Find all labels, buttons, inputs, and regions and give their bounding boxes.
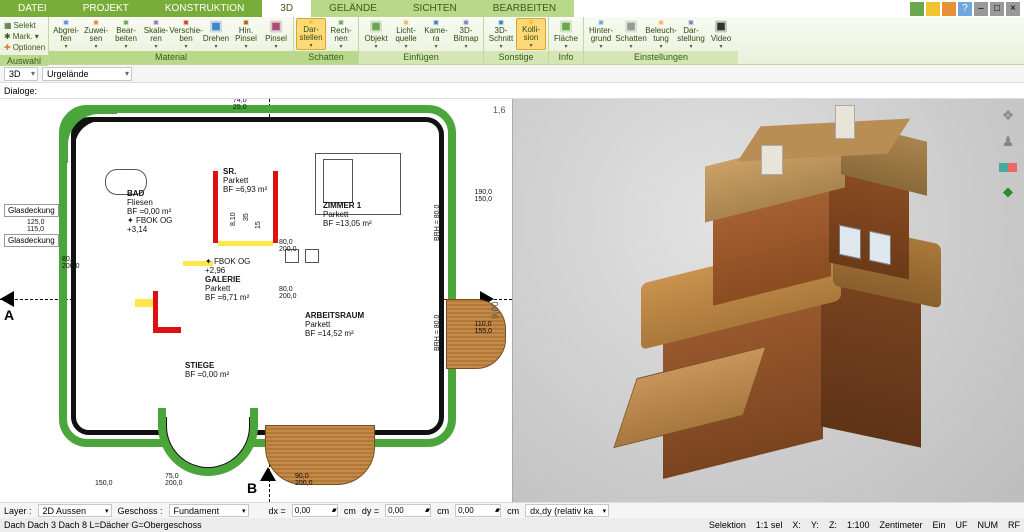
furnish-icon[interactable]: ♟ [998,131,1018,151]
ribbon-btn-flche[interactable]: Fläche▾ [551,18,581,50]
layer-combo[interactable]: Urgelände [42,67,132,81]
dialog-row: Dialoge: [0,83,1024,99]
dx-input[interactable]: 0,00 [292,504,338,517]
ribbon-btn-kollision[interactable]: Kolli- sion▾ [516,18,546,50]
view-selector-row: 3D Urgelände [0,65,1024,83]
scale-16: 1,6 [493,105,506,115]
status-x: X: [792,520,801,530]
ribbon-group-info: Fläche▾ Info [549,17,584,64]
ribbon-btn-video[interactable]: Video▾ [706,18,736,50]
dz-input[interactable]: 0,00 [455,504,501,517]
layer-label: Layer : [4,506,32,516]
ribbon-btn-hinpinsel[interactable]: Hin. Pinsel▾ [231,18,261,50]
options-bar: Layer : 2D Aussen Geschoss : Fundament d… [0,502,1024,518]
glass-label-1: Glasdeckung [4,204,59,217]
view-mode-combo[interactable]: 3D [4,67,38,81]
status-selektion: Selektion [709,520,746,530]
ribbon-btn-zuweisen[interactable]: Zuwei- sen▾ [81,18,111,50]
glass-label-2: Glasdeckung [4,234,59,247]
ribbon-btn-darstellung[interactable]: Dar- stellung▾ [676,18,706,50]
optionen-button[interactable]: ✚ Optionen [4,42,44,53]
status-uf: UF [956,520,968,530]
menu-tab-sichten[interactable]: SICHTEN [395,0,475,17]
geschoss-label: Geschoss : [118,506,163,516]
dy-label: dy = [362,506,379,516]
ribbon-btn-darstellen[interactable]: Dar- stellen▾ [296,18,326,50]
ribbon-btn-beleuchtung[interactable]: Beleuch- tung▾ [646,18,676,50]
close-icon[interactable]: × [1006,2,1020,16]
ribbon-group-einstellungen: Hinter- grund▾Schatten▾Beleuch- tung▾Dar… [584,17,738,64]
ribbon-btn-rechnen[interactable]: Rech- nen▾ [326,18,356,50]
viewport-3d[interactable]: ❖ ♟ ⯁ [512,99,1024,502]
ribbon-btn-pinsel[interactable]: Pinsel▾ [261,18,291,50]
ribbon-btn-kamera[interactable]: Kame- ra▾ [421,18,451,50]
ribbon: ▦ Selekt ✱ Mark. ▾ ✚ Optionen Auswahl Ab… [0,17,1024,65]
menu-tab-gelaende[interactable]: GELÄNDE [311,0,395,17]
status-ein: Ein [932,520,945,530]
titlebar-icon-3[interactable] [942,2,956,16]
status-left: Dach Dach 3 Dach 8 L=Dächer G=Obergescho… [4,520,202,530]
geschoss-select[interactable]: Fundament [169,504,249,517]
floorplan: BAD Fliesen BF =0,00 m² ✦ FBOK OG +3,14 … [65,111,450,441]
ribbon-btn-hintergrund[interactable]: Hinter- grund▾ [586,18,616,50]
ribbon-btn-bearbeiten[interactable]: Bear- beiten▾ [111,18,141,50]
menu-tab-bearbeiten[interactable]: BEARBEITEN [475,0,574,17]
status-num: NUM [978,520,999,530]
scale-9: 9,00 [490,301,500,319]
layer-select[interactable]: 2D Aussen [38,504,112,517]
maximize-icon[interactable]: □ [990,2,1004,16]
section-b: B [247,480,257,496]
section-a-left: A [4,307,14,323]
ribbon-btn-abgreifen[interactable]: Abgrei- fen▾ [51,18,81,50]
ribbon-btn-lichtquelle[interactable]: Licht- quelle▾ [391,18,421,50]
mark-button[interactable]: ✱ Mark. ▾ [4,31,44,42]
ribbon-group-schatten: Dar- stellen▾Rech- nen▾ Schatten [294,17,359,64]
ribbon-btn-drehen[interactable]: Drehen▾ [201,18,231,50]
layers-icon[interactable]: ❖ [998,105,1018,125]
selekt-button[interactable]: ▦ Selekt [4,20,44,31]
ribbon-group-sonstige: 3D- Schnitt▾Kolli- sion▾ Sonstige [484,17,549,64]
coord-mode-select[interactable]: dx,dy (relativ ka [525,504,609,517]
menu-tab-konstruktion[interactable]: KONSTRUKTION [147,0,262,17]
dy-input[interactable]: 0,00 [385,504,431,517]
palette-icon[interactable] [998,157,1018,177]
titlebar-icon-2[interactable] [926,2,940,16]
ribbon-btn-dschnitt[interactable]: 3D- Schnitt▾ [486,18,516,50]
status-sel-val: 1:1 sel [756,520,783,530]
status-rf: RF [1008,520,1020,530]
dialoge-label: Dialoge: [4,86,37,96]
menubar: DATEI PROJEKT KONSTRUKTION 3D GELÄNDE SI… [0,0,1024,17]
viewport-2d[interactable]: Glasdeckung Glasdeckung A A B [0,99,512,502]
workspace: Glasdeckung Glasdeckung A A B [0,99,1024,502]
status-z: Z: [829,520,837,530]
menu-tab-3d[interactable]: 3D [262,0,311,17]
viewport-tools: ❖ ♟ ⯁ [998,105,1018,203]
status-scale: 1:100 [847,520,870,530]
ribbon-btn-skalieren[interactable]: Skalie- ren▾ [141,18,171,50]
ribbon-btn-schatten[interactable]: Schatten▾ [616,18,646,50]
ribbon-btn-dbitmap[interactable]: 3D- Bitmap▾ [451,18,481,50]
ribbon-btn-objekt[interactable]: Objekt▾ [361,18,391,50]
titlebar-icon-1[interactable] [910,2,924,16]
status-unit: Zentimeter [879,520,922,530]
status-y: Y: [811,520,819,530]
help-icon[interactable]: ? [958,2,972,16]
menu-tab-datei[interactable]: DATEI [0,0,65,17]
ribbon-group-material: Abgrei- fen▾Zuwei- sen▾Bear- beiten▾Skal… [49,17,294,64]
house-3d [633,109,933,479]
minimize-icon[interactable]: – [974,2,988,16]
ribbon-btn-verschieben[interactable]: Verschie- ben▾ [171,18,201,50]
menu-tab-projekt[interactable]: PROJEKT [65,0,147,17]
ribbon-group-auswahl: ▦ Selekt ✱ Mark. ▾ ✚ Optionen Auswahl [0,17,49,64]
dx-label: dx = [269,506,286,516]
tree-icon[interactable]: ⯁ [998,183,1018,203]
ribbon-group-einfuegen: Objekt▾Licht- quelle▾Kame- ra▾3D- Bitmap… [359,17,484,64]
status-bar: Dach Dach 3 Dach 8 L=Dächer G=Obergescho… [0,518,1024,532]
